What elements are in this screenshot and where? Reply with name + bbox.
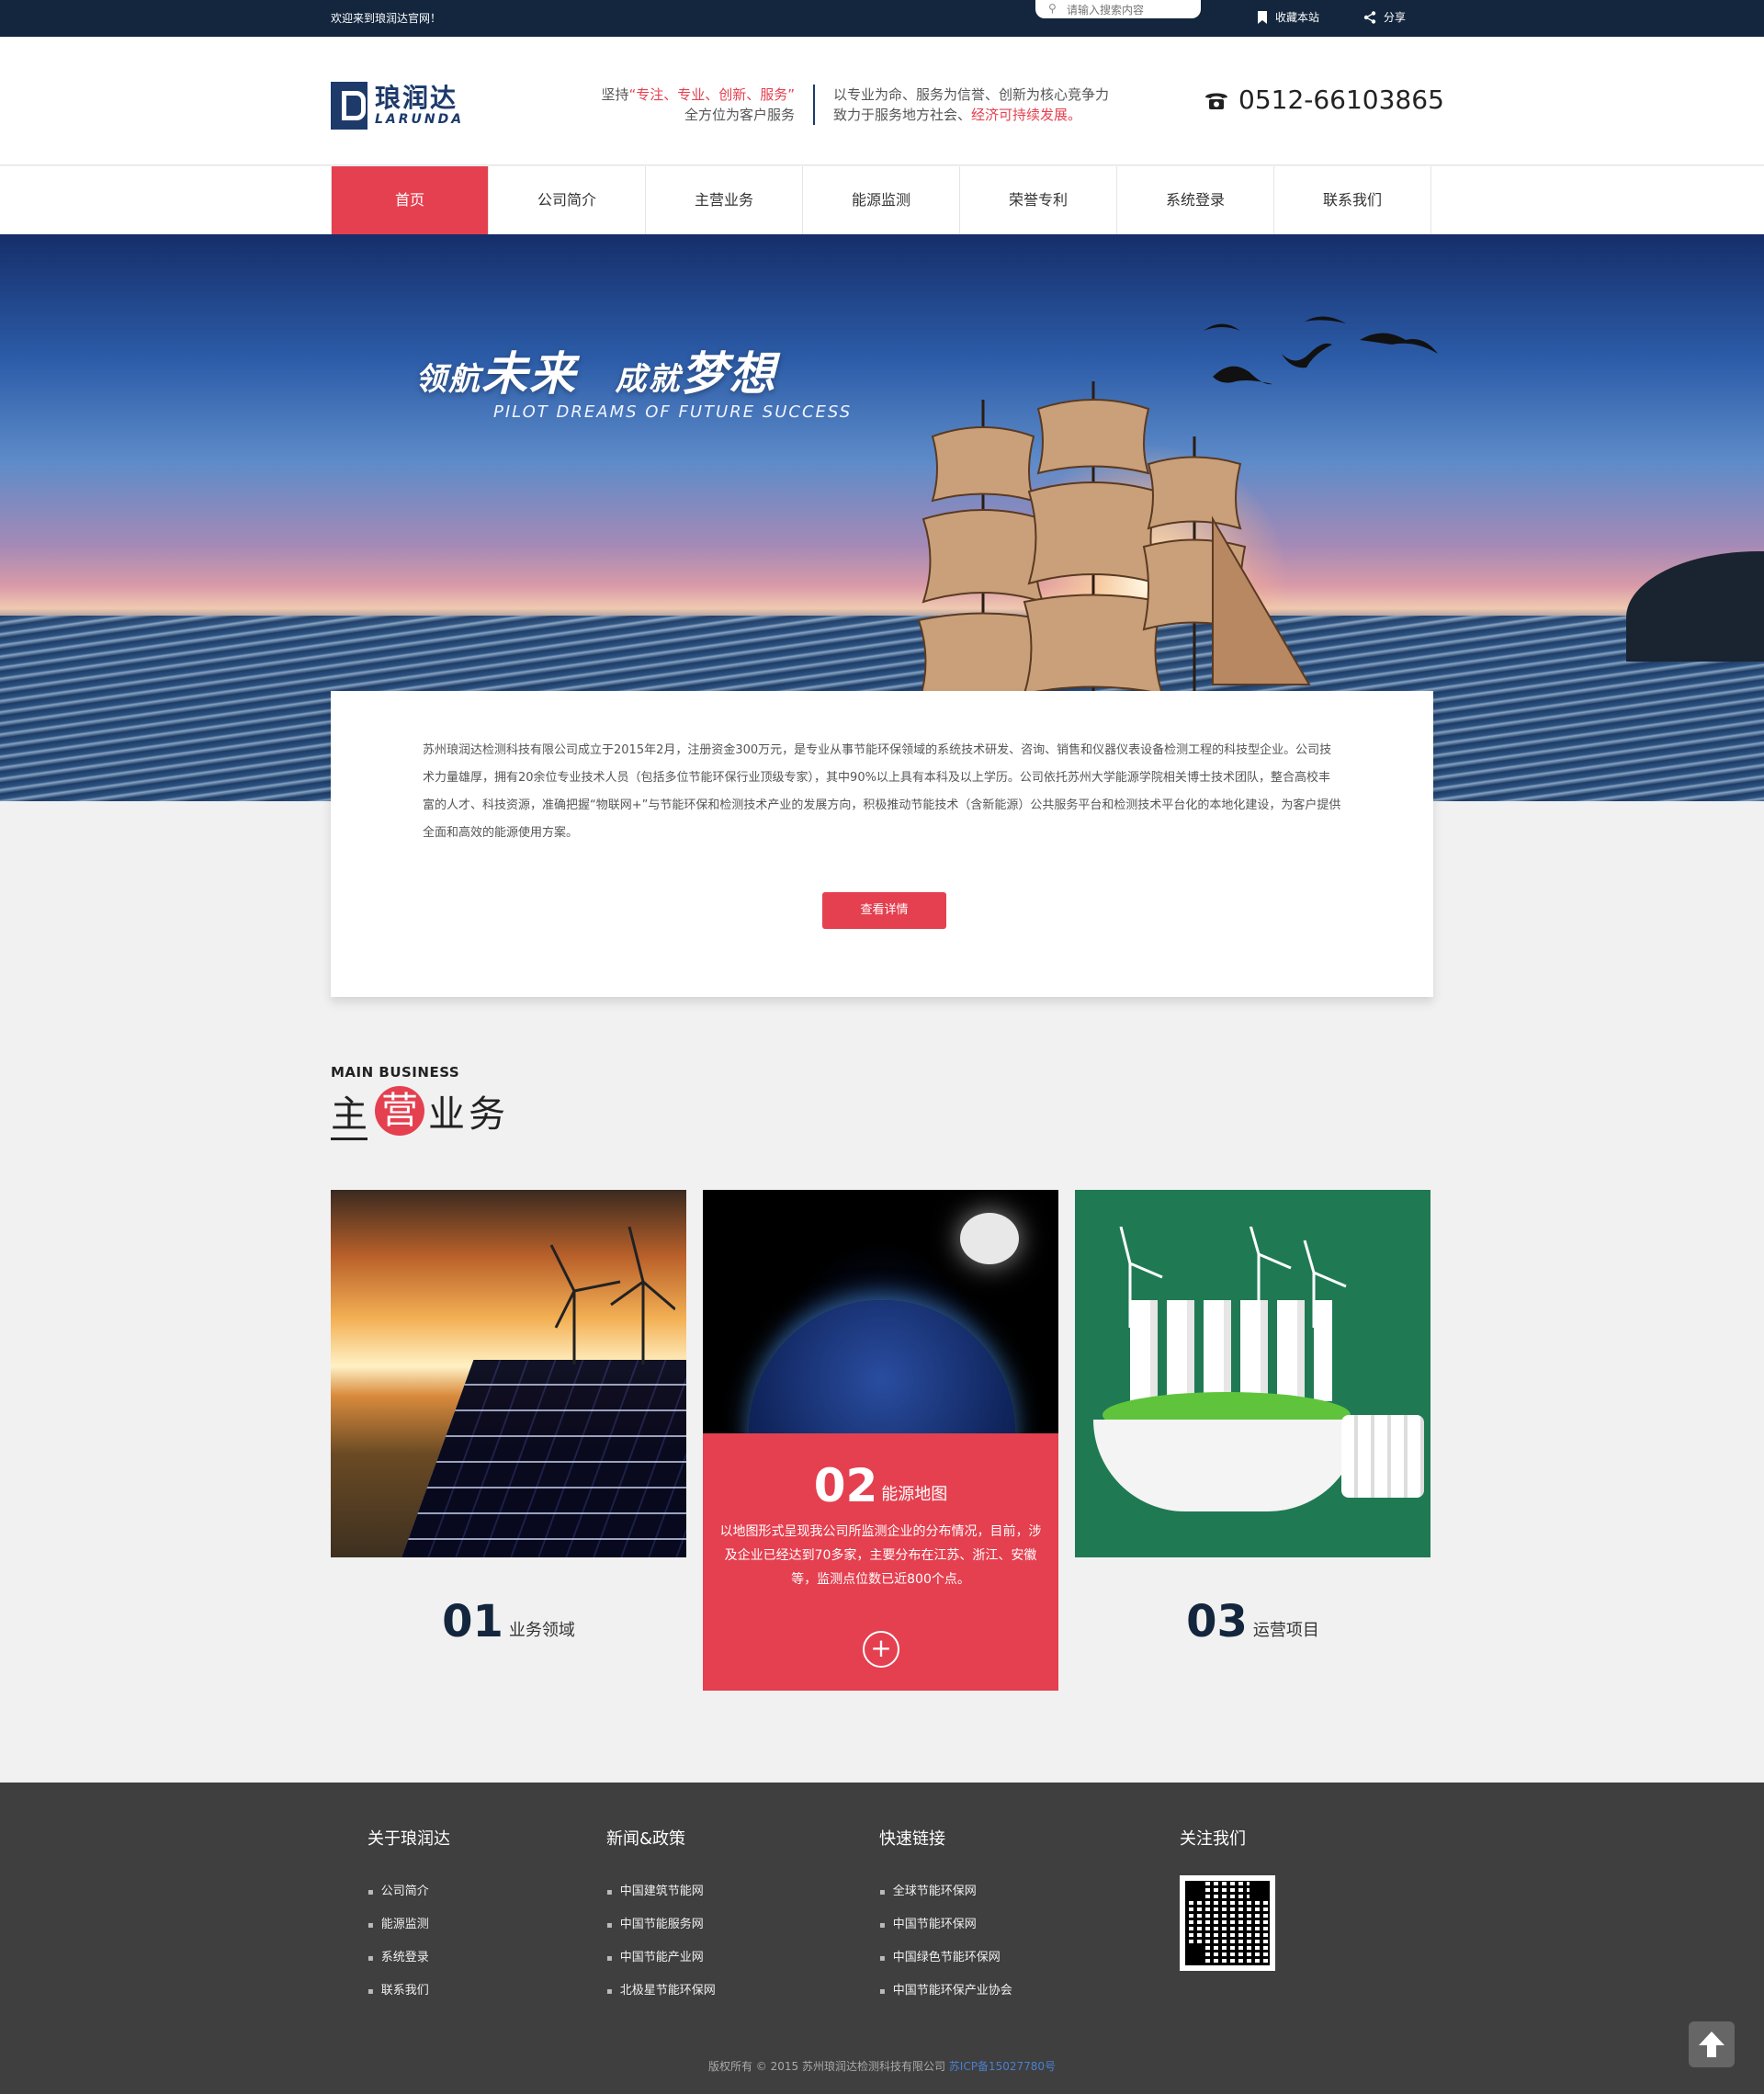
nav-item-home[interactable]: 首页 — [332, 166, 489, 234]
share-link[interactable]: 分享 — [1363, 9, 1406, 25]
nav-item-business[interactable]: 主营业务 — [646, 166, 803, 234]
footer-col-about: 关于琅润达 公司简介 能源监测 系统登录 联系我们 — [368, 1826, 450, 2008]
phone-contact: 0512-66103865 — [1204, 85, 1444, 115]
business-card-number: 03 — [1186, 1596, 1248, 1647]
search-box[interactable]: ⚲ — [1035, 0, 1201, 18]
footer-col-title: 关注我们 — [1180, 1829, 1246, 1849]
banner-slogan-part1: 领航 — [415, 361, 481, 398]
slogan-left-pre: 坚持 — [601, 86, 629, 103]
banner-slogan-en: PILOT DREAMS OF FUTURE SUCCESS — [493, 402, 853, 422]
slogan-right-pre: 致力于服务地方社会、 — [833, 107, 972, 123]
share-icon — [1363, 10, 1376, 24]
main-nav: 首页 公司简介 主营业务 能源监测 荣誉专利 系统登录 联系我们 — [0, 166, 1764, 234]
footer-link[interactable]: 中国节能环保网 — [879, 1908, 1012, 1941]
back-to-top-button[interactable] — [1689, 2021, 1735, 2067]
company-intro-card: 苏州琅润达检测科技有限公司成立于2015年2月，注册资金300万元，是专业从事节… — [331, 691, 1433, 997]
footer-col-news: 新闻&政策 中国建筑节能网 中国节能服务网 中国节能产业网 北极星节能环保网 — [606, 1826, 716, 2008]
footer-col-quicklinks: 快速链接 全球节能环保网 中国节能环保网 中国绿色节能环保网 中国节能环保产业协… — [879, 1826, 1012, 2008]
business-card-description: 以地图形式呈现我公司所监测企业的分布情况，目前，涉及企业已经达到70多家，主要分… — [719, 1524, 1042, 1587]
top-bar: 欢迎来到琅润达官网！ ⚲ 收藏本站 分享 — [0, 0, 1764, 37]
favorite-label: 收藏本站 — [1275, 11, 1320, 24]
footer-link[interactable]: 公司简介 — [368, 1875, 450, 1908]
footer-col-title: 关于琅润达 — [368, 1829, 450, 1849]
header: 琅润达 LARUNDA 坚持“专注、专业、创新、服务” 全方位为客户服务 以专业… — [0, 37, 1764, 165]
slogan-left: 坚持“专注、专业、创新、服务” 全方位为客户服务 — [551, 85, 795, 125]
earth-lightbulb-image — [703, 1190, 1058, 1433]
copyright-text: 版权所有 © 2015 苏州琅润达检测科技有限公司 — [707, 2060, 945, 2073]
footer-link[interactable]: 中国节能环保产业协会 — [879, 1975, 1012, 2008]
footer-link[interactable]: 中国建筑节能网 — [606, 1875, 716, 1908]
business-card-number: 02 — [813, 1459, 878, 1512]
qr-code — [1180, 1875, 1275, 1971]
footer-link[interactable]: 联系我们 — [368, 1975, 450, 2008]
footer-link[interactable]: 系统登录 — [368, 1941, 450, 1975]
footer-col-follow: 关注我们 — [1180, 1826, 1275, 1971]
arrow-up-icon — [1699, 2032, 1724, 2057]
phone-icon — [1205, 93, 1227, 109]
business-card-2[interactable]: 02 能源地图 以地图形式呈现我公司所监测企业的分布情况，目前，涉及企业已经达到… — [703, 1190, 1058, 1691]
slogan-right-highlight: 经济可持续发展。 — [971, 107, 1082, 123]
footer: 关于琅润达 公司简介 能源监测 系统登录 联系我们 新闻&政策 中国建筑节能网 … — [0, 1783, 1764, 2094]
copyright: 版权所有 © 2015 苏州琅润达检测科技有限公司 苏ICP备15027780号 — [0, 2058, 1764, 2074]
footer-col-title: 新闻&政策 — [606, 1829, 686, 1849]
slogan-right-line1: 以专业为命、服务为信誉、创新为核心竞争力 — [833, 86, 1110, 103]
birds-image — [1204, 316, 1438, 385]
section-title-underline — [331, 1138, 368, 1140]
footer-link[interactable]: 中国节能产业网 — [606, 1941, 716, 1975]
favorite-link[interactable]: 收藏本站 — [1257, 9, 1319, 25]
footer-link[interactable]: 全球节能环保网 — [879, 1875, 1012, 1908]
logo-en: LARUNDA — [375, 112, 465, 127]
section-title-post: 业务 — [428, 1093, 509, 1136]
section-title-en: MAIN BUSINESS — [331, 1064, 460, 1081]
green-city-bulb-image — [1075, 1190, 1430, 1557]
solar-wind-image — [331, 1190, 686, 1557]
slogan-right: 以专业为命、服务为信誉、创新为核心竞争力 致力于服务地方社会、经济可持续发展。 — [833, 85, 1109, 125]
banner-slogan-part1-big: 未来 — [481, 347, 577, 401]
banner-slogan-cn: 领航未来 成就梦想 — [415, 337, 777, 403]
phone-number: 0512-66103865 — [1238, 85, 1444, 115]
view-details-button[interactable]: 查看详情 — [822, 892, 946, 929]
business-card-3[interactable]: 03 运营项目 — [1075, 1190, 1430, 1686]
section-title-circle: 营 — [375, 1086, 424, 1136]
nav-item-about[interactable]: 公司简介 — [489, 166, 646, 234]
footer-link[interactable]: 能源监测 — [368, 1908, 450, 1941]
welcome-text: 欢迎来到琅润达官网！ — [331, 12, 442, 25]
search-input[interactable] — [1067, 2, 1195, 18]
banner-island — [1626, 551, 1764, 662]
footer-link[interactable]: 中国节能服务网 — [606, 1908, 716, 1941]
nav-item-contact[interactable]: 联系我们 — [1274, 166, 1431, 234]
logo-cn: 琅润达 — [375, 83, 458, 113]
footer-col-title: 快速链接 — [879, 1829, 945, 1849]
footer-link[interactable]: 中国绿色节能环保网 — [879, 1941, 1012, 1975]
nav-item-monitoring[interactable]: 能源监测 — [803, 166, 960, 234]
share-label: 分享 — [1384, 11, 1407, 24]
header-divider — [813, 85, 815, 125]
business-card-label: 业务领域 — [508, 1621, 575, 1640]
nav-item-login[interactable]: 系统登录 — [1117, 166, 1274, 234]
business-card-label: 能源地图 — [881, 1485, 948, 1504]
business-card-2-detail: 02 能源地图 以地图形式呈现我公司所监测企业的分布情况，目前，涉及企业已经达到… — [703, 1433, 1058, 1691]
banner-slogan-part2: 成就 — [615, 361, 682, 398]
business-card-label: 运营项目 — [1252, 1621, 1319, 1640]
banner-slogan-part2-big: 梦想 — [681, 347, 777, 401]
nav-item-honors[interactable]: 荣誉专利 — [960, 166, 1117, 234]
logo[interactable]: 琅润达 LARUNDA — [331, 82, 487, 130]
section-title-pre: 主 — [331, 1093, 371, 1136]
search-icon[interactable]: ⚲ — [1048, 2, 1057, 15]
slogan-left-highlight: “专注、专业、创新、服务” — [628, 86, 795, 103]
business-card-number: 01 — [442, 1596, 503, 1647]
company-intro-text: 苏州琅润达检测科技有限公司成立于2015年2月，注册资金300万元，是专业从事节… — [423, 743, 1341, 840]
bookmark-icon — [1258, 10, 1267, 24]
slogan-left-line2: 全方位为客户服务 — [684, 107, 795, 123]
footer-link[interactable]: 北极星节能环保网 — [606, 1975, 716, 2008]
section-title-cn: 主营业务 — [331, 1084, 509, 1138]
icp-link[interactable]: 苏ICP备15027780号 — [949, 2060, 1056, 2073]
logo-mark — [331, 82, 368, 130]
business-card-1[interactable]: 01 业务领域 — [331, 1190, 686, 1686]
plus-icon[interactable]: + — [863, 1631, 899, 1668]
